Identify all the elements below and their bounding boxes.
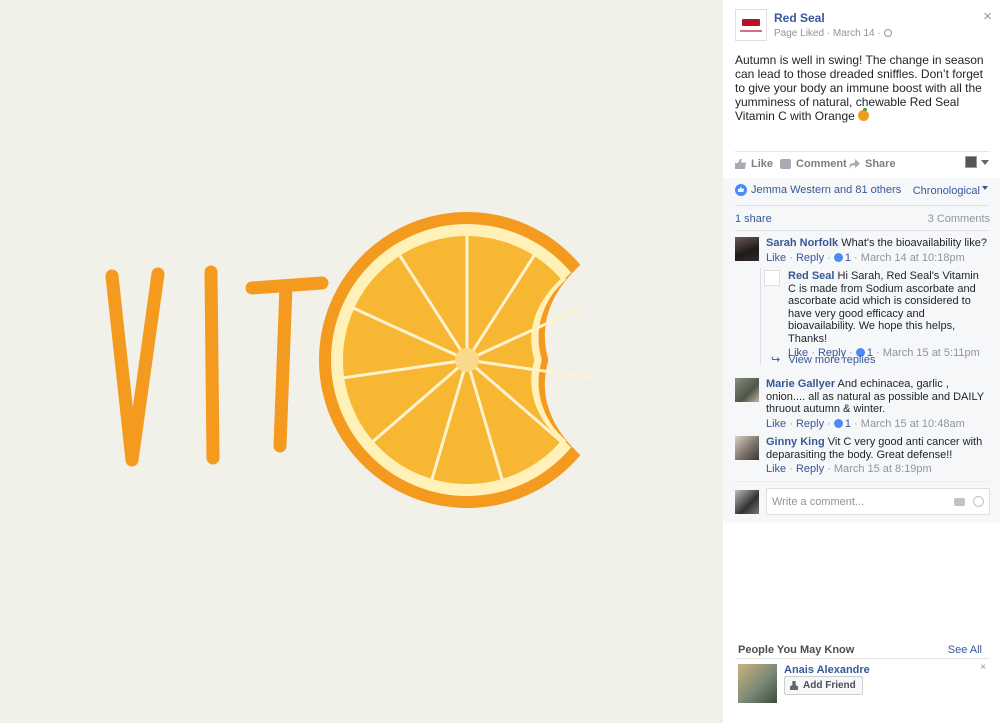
comment-like-link[interactable]: Like [766,418,786,430]
comment-composer: Write a comment... [735,488,990,515]
comments-count[interactable]: 3 Comments [928,213,990,225]
feedback-section: Jemma Western and 81 others Chronologica… [723,178,1000,523]
add-friend-icon [790,681,798,690]
like-reaction-icon [833,418,843,428]
red-seal-logo-icon [742,18,760,26]
post-text: Autumn is well in swing! The change in s… [735,53,984,123]
share-button[interactable]: Share [849,158,896,170]
vit-letters [105,265,329,467]
comment-time[interactable]: March 15 at 8:19pm [834,463,932,475]
comment-meta: Like · Reply · March 15 at 8:19pm [766,463,932,475]
page-name[interactable]: Red Seal [774,11,825,25]
close-icon[interactable]: × [980,662,986,673]
page-avatar[interactable] [735,9,767,41]
divider [735,205,989,206]
viewer-avatar[interactable] [965,156,977,168]
orange-slice [319,212,592,508]
reply-time[interactable]: March 15 at 5:11pm [883,347,980,359]
post-meta: Page Liked · March 14 · [774,28,892,39]
avatar[interactable] [735,237,759,261]
comment-order-selector[interactable]: Chronological [913,185,988,197]
letter-i [204,265,220,465]
reply-thread-line [760,268,761,365]
avatar[interactable] [738,664,777,703]
divider [735,658,989,659]
comment-input-placeholder: Write a comment... [772,496,865,508]
comment-like-link[interactable]: Like [766,252,786,264]
add-friend-button[interactable]: Add Friend [784,676,863,695]
comment-like-count[interactable]: 1 [845,418,851,430]
comment-like-link[interactable]: Like [766,463,786,475]
comment-like-count[interactable]: 1 [845,252,851,264]
orange-core [455,348,479,372]
like-button[interactable]: Like [735,158,773,170]
avatar [735,490,759,514]
see-all-link[interactable]: See All [948,644,982,656]
avatar[interactable] [764,270,780,286]
comment-text: What's the bioavailability like? [841,237,987,249]
letter-t [245,276,329,453]
thumbs-up-icon [735,159,746,169]
shares-count[interactable]: 1 share [735,213,772,225]
emoji-icon[interactable] [973,496,984,507]
comment-bubble-icon [780,159,791,169]
avatar[interactable] [735,436,759,460]
comment-author[interactable]: Marie Gallyer [766,378,835,390]
reply-arrow-icon: ↪ [771,354,781,366]
letter-v [105,267,165,467]
reply-author[interactable]: Red Seal [788,270,834,282]
comment-author[interactable]: Ginny King [766,436,825,448]
divider [735,481,989,482]
share-arrow-icon [849,159,860,169]
camera-icon[interactable] [954,498,965,506]
people-you-may-know: People You May Know See All Anais Alexan… [723,632,1000,723]
like-reaction-icon [735,184,747,196]
comment-input[interactable]: Write a comment... [766,488,990,515]
post-header: Red Seal Page Liked · March 14 · [735,9,985,41]
comment-meta: Like · Reply · 1 · March 14 at 10:18pm [766,251,965,264]
orange-emoji-icon [858,108,870,121]
comment-meta: Like · Reply · 1 · March 15 at 10:48am [766,417,965,430]
divider [735,151,989,152]
post-actions: Like Comment Share [735,156,989,174]
divider [735,230,989,231]
globe-icon [883,29,892,37]
comment-author[interactable]: Sarah Norfolk [766,237,838,249]
vit-c-illustration [105,212,592,508]
comment-button[interactable]: Comment [780,158,847,170]
avatar[interactable] [735,378,759,402]
chevron-down-icon [982,186,988,190]
comment-reply-link[interactable]: Reply [796,252,824,264]
like-reaction-icon [833,252,843,262]
post-photo[interactable] [0,0,723,723]
comment-time[interactable]: March 14 at 10:18pm [861,252,965,264]
pymk-title: People You May Know [738,644,855,656]
chevron-down-icon[interactable] [981,160,989,165]
person-name[interactable]: Anais Alexandre [784,664,870,676]
view-more-replies-link[interactable]: ↪ View more replies [771,353,875,366]
comment-reply-link[interactable]: Reply [796,418,824,430]
comment-reply-link[interactable]: Reply [796,463,824,475]
comment-time[interactable]: March 15 at 10:48am [861,418,965,430]
reactions-summary[interactable]: Jemma Western and 81 others [735,184,901,196]
